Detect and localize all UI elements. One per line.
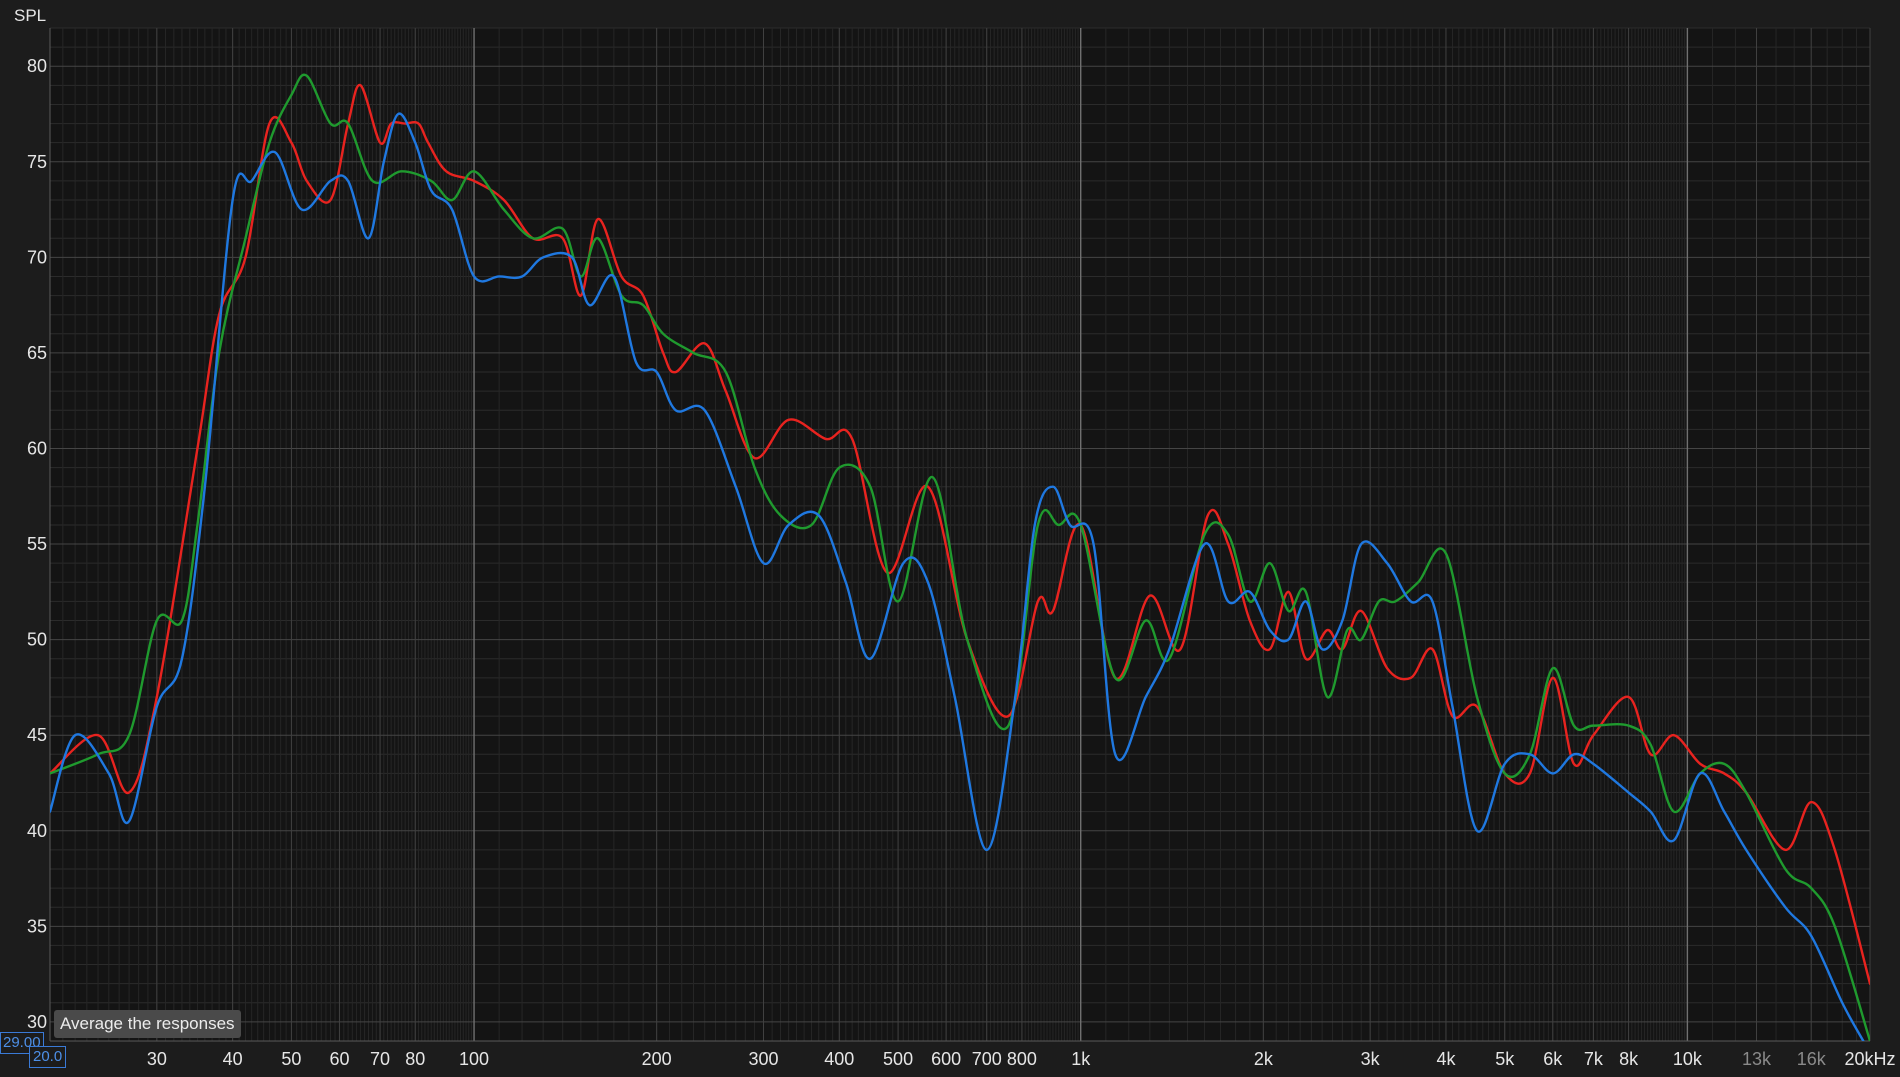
x-tick-label: 7k: [1584, 1049, 1604, 1069]
x-tick-label: 700: [972, 1049, 1002, 1069]
x-tick-label: 6k: [1543, 1049, 1563, 1069]
x-tick-label: 800: [1007, 1049, 1037, 1069]
x-tick-label: 80: [405, 1049, 425, 1069]
x-tick-label: 16k: [1797, 1049, 1827, 1069]
x-tick-label: 200: [642, 1049, 672, 1069]
x-tick-label: 100: [459, 1049, 489, 1069]
x-tick-label: 50: [281, 1049, 301, 1069]
y-tick-label: 30: [27, 1012, 47, 1032]
x-axis-min-input[interactable]: 20.0: [29, 1046, 67, 1068]
y-tick-label: 75: [27, 152, 47, 172]
x-tick-label: 8k: [1619, 1049, 1639, 1069]
x-tick-label: 600: [931, 1049, 961, 1069]
x-tick-label: 500: [883, 1049, 913, 1069]
y-tick-label: 80: [27, 56, 47, 76]
x-tick-label: 300: [748, 1049, 778, 1069]
x-tick-label: 10k: [1673, 1049, 1703, 1069]
x-tick-label: 3k: [1361, 1049, 1381, 1069]
x-tick-label: 4k: [1436, 1049, 1456, 1069]
x-tick-label: 13k: [1742, 1049, 1772, 1069]
x-tick-label: 70: [370, 1049, 390, 1069]
frequency-response-chart[interactable]: 30 35 40 45 50 55 60 65 70 75 80 30 40 50 60 70 80 100 20…: [0, 0, 1900, 1077]
x-tick-label: 2k: [1254, 1049, 1274, 1069]
x-tick-label: 60: [329, 1049, 349, 1069]
y-tick-label: 60: [27, 438, 47, 458]
x-tick-label: 40: [223, 1049, 243, 1069]
x-tick-label: 20kHz: [1844, 1049, 1895, 1069]
y-tick-label: 35: [27, 916, 47, 936]
y-tick-label: 55: [27, 534, 47, 554]
x-tick-label: 30: [147, 1049, 167, 1069]
x-tick-label: 400: [824, 1049, 854, 1069]
y-tick-label: 65: [27, 343, 47, 363]
y-tick-label: 40: [27, 821, 47, 841]
y-axis-label: SPL: [14, 6, 46, 25]
x-tick-label: 5k: [1495, 1049, 1515, 1069]
x-tick-label: 1k: [1071, 1049, 1091, 1069]
average-responses-tooltip: Average the responses: [54, 1010, 241, 1038]
y-tick-label: 70: [27, 247, 47, 267]
y-tick-label: 45: [27, 725, 47, 745]
y-tick-label: 50: [27, 630, 47, 650]
x-tick-labels: 30 40 50 60 70 80 100 200 300 400 500 600 700 800 1k 2k…: [147, 1049, 1896, 1069]
